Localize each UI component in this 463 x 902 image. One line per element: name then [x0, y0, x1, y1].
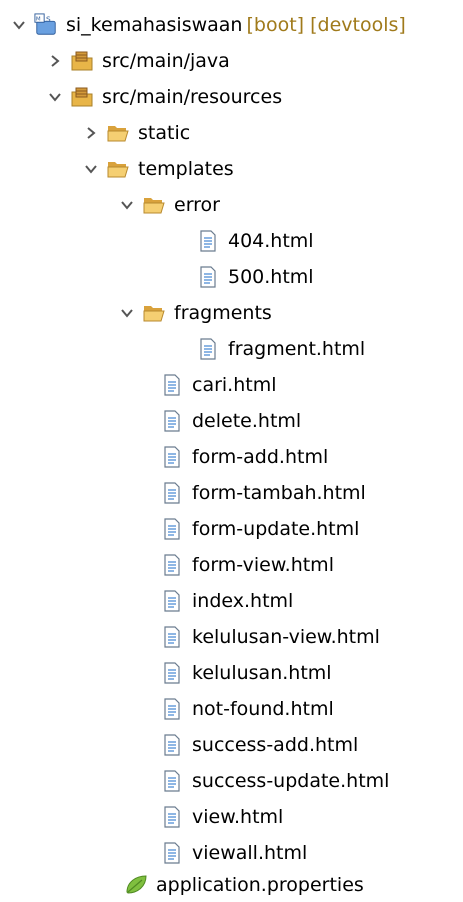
tree-item-label: cari.html: [192, 374, 277, 396]
tree-item-file[interactable]: view.html: [160, 800, 283, 834]
chevron-down-icon[interactable]: [80, 152, 102, 186]
tree-item-file[interactable]: viewall.html: [160, 836, 307, 870]
tree-item-label: templates: [138, 158, 234, 180]
tree-item-src-main-resources[interactable]: src/main/resources: [44, 80, 282, 114]
tree-item-label: static: [138, 122, 191, 144]
html-file-icon: [160, 769, 184, 793]
project-decoration: [boot] [devtools]: [246, 14, 406, 36]
tree-item-file[interactable]: success-update.html: [160, 764, 389, 798]
tree-item-file[interactable]: form-view.html: [160, 548, 334, 582]
tree-item-label: form-add.html: [192, 446, 329, 468]
tree-item-static[interactable]: static: [80, 116, 190, 150]
tree-item-file[interactable]: delete.html: [160, 404, 301, 438]
tree-item-label: application.properties: [156, 874, 364, 896]
source-folder-icon: [70, 49, 94, 73]
tree-item-label: index.html: [192, 590, 294, 612]
tree-item-label: delete.html: [192, 410, 302, 432]
tree-item-label: src/main/resources: [102, 86, 283, 108]
tree-item-file[interactable]: index.html: [160, 584, 293, 618]
html-file-icon: [160, 589, 184, 613]
tree-item-file[interactable]: form-tambah.html: [160, 476, 366, 510]
html-file-icon: [196, 229, 220, 253]
tree-item-label: src/main/java: [102, 50, 230, 72]
tree-item-file[interactable]: application.properties: [124, 868, 364, 902]
tree-item-label: error: [174, 194, 220, 216]
html-file-icon: [160, 445, 184, 469]
chevron-down-icon[interactable]: [8, 8, 30, 42]
tree-item-label: view.html: [192, 806, 284, 828]
tree-item-label: form-view.html: [192, 554, 334, 576]
chevron-down-icon[interactable]: [44, 80, 66, 114]
tree-item-label: not-found.html: [192, 698, 334, 720]
project-explorer-tree: M S si_kemahasiswaan [boot] [devtools] s…: [0, 0, 463, 902]
tree-item-file[interactable]: kelulusan.html: [160, 656, 332, 690]
chevron-down-icon[interactable]: [116, 188, 138, 222]
tree-item-error[interactable]: error: [116, 188, 220, 222]
html-file-icon: [160, 625, 184, 649]
svg-text:M: M: [36, 16, 41, 22]
tree-item-templates[interactable]: templates: [80, 152, 234, 186]
folder-icon: [142, 193, 166, 217]
html-file-icon: [196, 337, 220, 361]
tree-item-label: fragments: [174, 302, 272, 324]
tree-item-label: kelulusan.html: [192, 662, 332, 684]
html-file-icon: [160, 733, 184, 757]
html-file-icon: [160, 481, 184, 505]
properties-file-icon: [124, 873, 148, 897]
folder-icon: [106, 157, 130, 181]
chevron-right-icon[interactable]: [80, 116, 102, 150]
chevron-right-icon[interactable]: [44, 44, 66, 78]
tree-item-label: 404.html: [228, 230, 314, 252]
tree-item-file[interactable]: 404.html: [196, 224, 314, 258]
folder-icon: [106, 121, 130, 145]
tree-item-file[interactable]: success-add.html: [160, 728, 358, 762]
svg-text:S: S: [46, 14, 51, 23]
tree-item-label: success-add.html: [192, 734, 359, 756]
html-file-icon: [160, 661, 184, 685]
tree-item-file[interactable]: form-add.html: [160, 440, 328, 474]
tree-item-label: form-tambah.html: [192, 482, 366, 504]
project-name: si_kemahasiswaan: [66, 14, 243, 36]
html-file-icon: [196, 265, 220, 289]
html-file-icon: [160, 517, 184, 541]
html-file-icon: [160, 697, 184, 721]
html-file-icon: [160, 805, 184, 829]
source-folder-icon: [70, 85, 94, 109]
html-file-icon: [160, 553, 184, 577]
html-file-icon: [160, 841, 184, 865]
tree-item-label: 500.html: [228, 266, 314, 288]
tree-item-src-main-java[interactable]: src/main/java: [44, 44, 230, 78]
boot-project-icon: M S: [34, 13, 58, 37]
tree-item-project[interactable]: M S si_kemahasiswaan [boot] [devtools]: [8, 8, 406, 42]
tree-item-label: fragment.html: [228, 338, 366, 360]
html-file-icon: [160, 373, 184, 397]
tree-item-label: success-update.html: [192, 770, 390, 792]
tree-item-file[interactable]: form-update.html: [160, 512, 359, 546]
chevron-down-icon[interactable]: [116, 296, 138, 330]
tree-item-label: form-update.html: [192, 518, 360, 540]
tree-item-file[interactable]: kelulusan-view.html: [160, 620, 380, 654]
html-file-icon: [160, 409, 184, 433]
tree-item-file[interactable]: cari.html: [160, 368, 277, 402]
tree-item-file[interactable]: not-found.html: [160, 692, 334, 726]
tree-item-label: kelulusan-view.html: [192, 626, 380, 648]
tree-item-file[interactable]: fragment.html: [196, 332, 365, 366]
folder-icon: [142, 301, 166, 325]
tree-item-label: viewall.html: [192, 842, 308, 864]
tree-item-file[interactable]: 500.html: [196, 260, 314, 294]
tree-item-fragments[interactable]: fragments: [116, 296, 272, 330]
